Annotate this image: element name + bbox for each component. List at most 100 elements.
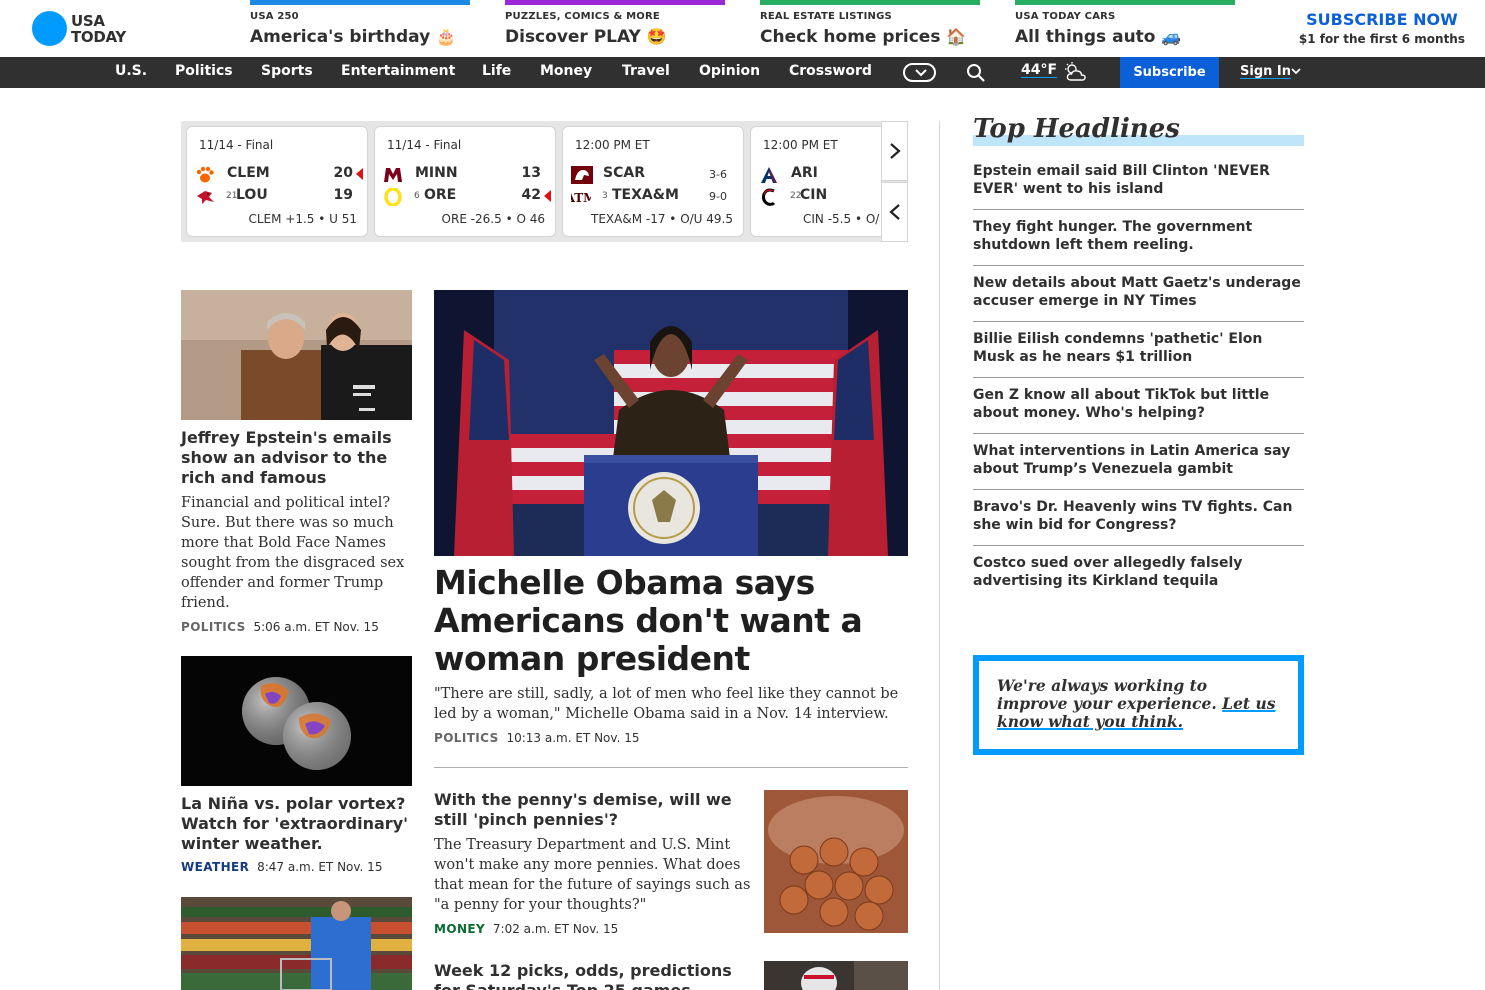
team-score: 19 [333, 187, 353, 203]
star-eyes-icon: 🤩 [646, 27, 667, 46]
team-row: ARI [759, 165, 881, 185]
score-card[interactable]: 12:00 PM ET ARI 22 CIN CIN -5.5 • O/ [750, 126, 881, 237]
story-thumbnail[interactable] [181, 897, 412, 990]
headline-link[interactable]: Gen Z know all about TikTok but little a… [973, 378, 1304, 434]
nav-item-us[interactable]: U.S. [115, 63, 147, 79]
story-text: Week 12 picks, odds, predictions for Sat… [434, 961, 752, 990]
usa-today-logo[interactable]: USA TODAY [32, 11, 126, 46]
subscribe-now-cta[interactable]: SUBSCRIBE NOW $1 for the first 6 months [1299, 10, 1465, 46]
chevron-down-icon [915, 69, 927, 77]
chevron-down-icon[interactable] [1291, 68, 1301, 75]
promo-headline[interactable]: Check home prices 🏠 [760, 27, 980, 47]
story-thumbnail[interactable] [181, 656, 412, 786]
team-row: SCAR 3-6 [571, 165, 737, 185]
lead-story[interactable]: Michelle Obama says Americans don't want… [434, 290, 908, 745]
story-headline[interactable]: With the penny's demise, will we still '… [434, 790, 752, 830]
nav-item-money[interactable]: Money [540, 63, 592, 79]
story-summary: The Treasury Department and U.S. Mint wo… [434, 837, 751, 913]
story-headline[interactable]: La Niña vs. polar vortex? Watch for 'ext… [181, 794, 412, 854]
story-card[interactable] [181, 897, 412, 990]
nav-item-life[interactable]: Life [482, 63, 511, 79]
story-headline[interactable]: Jeffrey Epstein's emails show an advisor… [181, 428, 412, 488]
headline-link[interactable]: Epstein email said Bill Clinton 'NEVER E… [973, 154, 1304, 210]
subscribe-now-title[interactable]: SUBSCRIBE NOW [1299, 10, 1465, 29]
promo-color-bar [505, 0, 725, 5]
score-card[interactable]: 11/14 - Final MINN 13 6 ORE 42 ORE -26.5… [374, 126, 556, 237]
svg-text:ATM: ATM [571, 191, 591, 205]
headline-link[interactable]: They fight hunger. The government shutdo… [973, 210, 1304, 266]
nav-item-sports[interactable]: Sports [261, 63, 313, 79]
winner-arrow-icon [544, 190, 551, 202]
team-row: 21 LOU 19 [195, 187, 361, 207]
lead-story-image[interactable] [434, 290, 908, 556]
team-name: TEXA&M [612, 187, 679, 203]
sign-in-link[interactable]: Sign In [1240, 64, 1291, 79]
subscribe-button[interactable]: Subscribe [1120, 57, 1219, 88]
promo-cars[interactable]: USA TODAY CARS All things auto 🚙 [1015, 0, 1235, 57]
story-meta: WEATHER 8:47 a.m. ET Nov. 15 [181, 860, 412, 874]
feedback-message: We're always working to improve your exp… [997, 676, 1217, 713]
logo-line2: TODAY [71, 27, 126, 46]
story-section[interactable]: POLITICS [434, 731, 499, 745]
top-headlines-module: Top Headlines Epstein email said Bill Cl… [973, 114, 1304, 602]
promo-headline[interactable]: America's birthday 🎂 [250, 27, 470, 47]
nav-item-crossword[interactable]: Crossword [789, 63, 872, 79]
story-timestamp: 10:13 a.m. ET Nov. 15 [506, 731, 640, 745]
lead-story-headline[interactable]: Michelle Obama says Americans don't want… [434, 564, 908, 678]
story-timestamp: 8:47 a.m. ET Nov. 15 [257, 860, 383, 874]
team-score: 13 [521, 165, 541, 181]
story-card[interactable]: La Niña vs. polar vortex? Watch for 'ext… [181, 656, 412, 874]
divider [434, 767, 908, 768]
headline-link[interactable]: What interventions in Latin America say … [973, 434, 1304, 490]
story-thumbnail[interactable] [764, 961, 908, 990]
cincinnati-c-icon [762, 188, 776, 206]
score-card[interactable]: 12:00 PM ET SCAR 3-6 ATM 3 TEXA&M 9-0 TE… [562, 126, 744, 237]
lead-story-summary: "There are still, sadly, a lot of men wh… [434, 686, 899, 722]
logo-line1: USA [71, 11, 105, 30]
game-status: 11/14 - Final [199, 138, 274, 152]
story-section[interactable]: WEATHER [181, 860, 249, 874]
louisville-cardinal-icon [197, 191, 214, 204]
grocery-store-image [181, 897, 412, 990]
headline-link[interactable]: Costco sued over allegedly falsely adver… [973, 546, 1304, 602]
promo-usa250[interactable]: USA 250 America's birthday 🎂 [250, 0, 470, 57]
story-section[interactable]: MONEY [434, 922, 485, 936]
story-card[interactable]: With the penny's demise, will we still '… [434, 790, 908, 940]
scores-next-button[interactable] [881, 121, 908, 181]
clemson-paw-icon [196, 166, 214, 183]
more-sections-button[interactable] [903, 63, 936, 82]
feedback-box: We're always working to improve your exp… [973, 655, 1304, 755]
team-name: ARI [791, 165, 818, 181]
nav-item-opinion[interactable]: Opinion [699, 63, 760, 79]
headline-link[interactable]: Billie Eilish condemns 'pathetic' Elon M… [973, 322, 1304, 378]
team-score: 20 [333, 165, 353, 181]
team-row: ATM 3 TEXA&M 9-0 [571, 187, 737, 207]
scores-prev-button[interactable] [881, 182, 908, 242]
story-headline[interactable]: Week 12 picks, odds, predictions for Sat… [434, 961, 752, 990]
team-row: MINN 13 [383, 165, 549, 185]
nav-item-entertainment[interactable]: Entertainment [341, 63, 455, 79]
michelle-obama-podium-image [434, 290, 908, 556]
team-rank: 6 [414, 191, 420, 201]
nav-item-politics[interactable]: Politics [175, 63, 233, 79]
story-thumbnail[interactable] [764, 790, 908, 933]
promo-headline[interactable]: All things auto 🚙 [1015, 27, 1235, 47]
promo-headline[interactable]: Discover PLAY 🤩 [505, 27, 725, 47]
story-thumbnail[interactable] [181, 290, 412, 420]
promo-play[interactable]: PUZZLES, COMICS & MORE Discover PLAY 🤩 [505, 0, 725, 57]
score-card[interactable]: 11/14 - Final CLEM 20 21 LOU 19 CLEM +1.… [186, 126, 368, 237]
weather-temperature[interactable]: 44°F [1021, 62, 1057, 78]
nav-item-travel[interactable]: Travel [622, 63, 670, 79]
weather-button[interactable] [1063, 61, 1089, 87]
story-card[interactable]: Jeffrey Epstein's emails show an advisor… [181, 290, 412, 634]
epstein-photo-image [181, 290, 412, 420]
headline-link[interactable]: Bravo's Dr. Heavenly wins TV fights. Can… [973, 490, 1304, 546]
story-section[interactable]: POLITICS [181, 620, 246, 634]
story-card[interactable]: Week 12 picks, odds, predictions for Sat… [434, 961, 908, 990]
promo-real-estate[interactable]: REAL ESTATE LISTINGS Check home prices 🏠 [760, 0, 980, 57]
partly-cloudy-icon [1065, 62, 1086, 81]
headline-link[interactable]: New details about Matt Gaetz's underage … [973, 266, 1304, 322]
search-button[interactable] [966, 63, 986, 87]
promo-kicker: REAL ESTATE LISTINGS [760, 11, 892, 22]
team-name: ORE [424, 187, 457, 203]
